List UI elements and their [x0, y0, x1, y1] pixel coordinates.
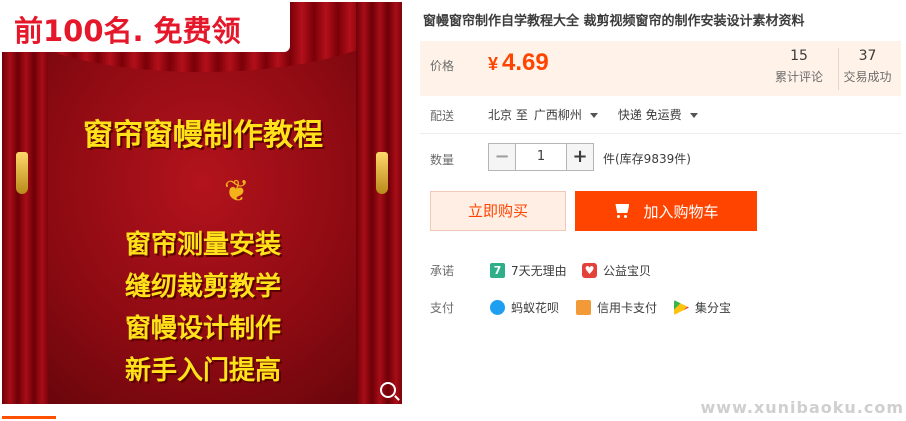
increase-button[interactable]: +	[566, 143, 594, 171]
price-label: 价格	[430, 59, 455, 73]
deals-count: 37	[858, 48, 877, 64]
destination-value: 广西柳州	[533, 108, 582, 122]
credit-card-text: 信用卡支付	[597, 301, 658, 315]
promo-banner: 前100名. 免费领	[2, 2, 290, 52]
decrease-button[interactable]: −	[488, 143, 516, 171]
chevron-down-icon	[689, 113, 698, 118]
product-title: 窗幔窗帘制作自学教程大全 裁剪视频窗帘的制作安装设计素材资料	[423, 14, 805, 29]
deals-label: 交易成功	[843, 70, 892, 84]
divider	[420, 133, 901, 134]
buy-now-button[interactable]: 立即购买	[430, 191, 566, 231]
poster-line: 新手入门提高	[124, 356, 281, 386]
huabei-icon	[490, 300, 505, 315]
currency-symbol: ¥	[488, 54, 499, 74]
curtain-left-graphic	[2, 2, 48, 404]
quantity-label: 数量	[430, 153, 455, 167]
seven-day-return-text: 7天无理由	[511, 264, 567, 278]
huabei-text: 蚂蚁花呗	[511, 301, 560, 315]
price-value: ¥4.69	[488, 49, 549, 77]
shipping-row: 北京 至广西柳州 快递 免运费	[488, 106, 718, 123]
jifenbao-text: 集分宝	[695, 301, 732, 315]
seven-day-return-link[interactable]: 7 7天无理由	[490, 262, 567, 279]
payment-label: 支付	[430, 301, 455, 315]
poster-title: 窗帘窗幔制作教程	[83, 118, 323, 153]
seven-day-return-icon: 7	[490, 263, 505, 278]
poster-line: 缝纫裁剪教学	[124, 272, 281, 302]
shipping-origin: 北京 至	[488, 108, 528, 122]
credit-card-icon	[576, 300, 591, 315]
tassel-right-graphic	[376, 152, 388, 194]
charity-icon: ♥	[582, 263, 597, 278]
shipping-method-select[interactable]: 快递 免运费	[618, 108, 712, 122]
cart-icon	[613, 204, 631, 218]
credit-card-link[interactable]: 信用卡支付	[576, 299, 657, 316]
reviews-stat[interactable]: 15 累计评论	[770, 48, 828, 85]
poster-line: 窗帘测量安装	[124, 230, 281, 260]
quantity-stepper[interactable]: − 1 +	[488, 143, 594, 171]
charity-text: 公益宝贝	[603, 264, 652, 278]
chevron-down-icon	[589, 113, 598, 118]
watermark: www.xunibaoku.com	[700, 398, 904, 417]
huabei-link[interactable]: 蚂蚁花呗	[490, 299, 559, 316]
promise-label: 承诺	[430, 264, 455, 278]
thumbnail-indicator[interactable]	[2, 416, 56, 419]
poster-lines: 窗帘测量安装 缝纫裁剪教学 窗幔设计制作 新手入门提高	[62, 224, 344, 392]
product-main-image[interactable]: 前100名. 免费领 窗帘窗幔制作教程 ❦ 窗帘测量安装 缝纫裁剪教学 窗幔设计…	[2, 2, 402, 404]
tassel-left-graphic	[16, 152, 28, 194]
butterfly-icon: ❦	[224, 174, 250, 209]
add-to-cart-button[interactable]: 加入购物车	[575, 191, 757, 231]
jifenbao-link[interactable]: 集分宝	[674, 299, 731, 316]
reviews-count: 15	[790, 48, 808, 64]
reviews-label: 累计评论	[774, 70, 823, 84]
stock-text: 件(库存9839件)	[603, 152, 691, 166]
destination-select[interactable]: 广西柳州	[534, 108, 612, 122]
poster-line: 窗幔设计制作	[124, 314, 281, 344]
jifenbao-icon	[674, 300, 689, 315]
shipping-method-value: 快递 免运费	[617, 108, 682, 122]
price-amount: 4.69	[502, 49, 549, 76]
curtain-right-graphic	[356, 2, 402, 404]
add-to-cart-label: 加入购物车	[643, 202, 719, 221]
shipping-label: 配送	[430, 109, 455, 123]
quantity-input[interactable]: 1	[516, 143, 566, 171]
charity-link[interactable]: ♥ 公益宝贝	[582, 262, 651, 279]
promo-text: 前100名. 免费领	[14, 14, 241, 48]
zoom-icon[interactable]	[380, 382, 396, 398]
price-box: 价格 ¥4.69 15 累计评论 37 交易成功	[420, 41, 901, 96]
deals-stat: 37 交易成功	[838, 48, 896, 90]
